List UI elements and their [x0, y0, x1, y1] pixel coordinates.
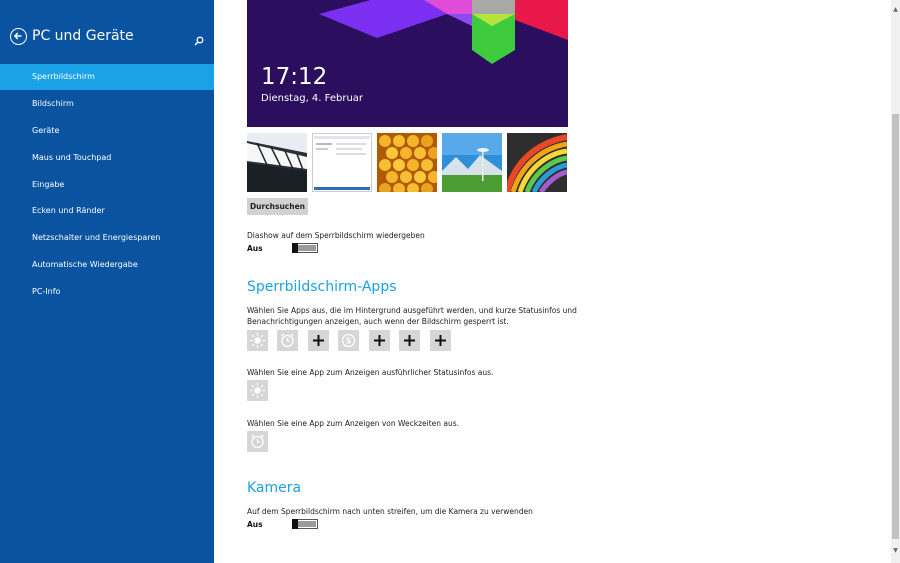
plus-icon[interactable] [369, 330, 390, 351]
sidebar: PC und Geräte Sperrbildschirm Bildschirm… [0, 0, 214, 563]
thumbnail-piano[interactable] [247, 133, 307, 192]
sidebar-item-netzschalter[interactable]: Netzschalter und Energiesparen [0, 225, 214, 251]
search-icon[interactable] [194, 31, 204, 50]
sidebar-item-sperrbildschirm[interactable]: Sperrbildschirm [0, 64, 214, 90]
slideshow-label: Diashow auf dem Sperrbildschirm wiederge… [247, 231, 425, 240]
sidebar-item-bildschirm[interactable]: Bildschirm [0, 91, 214, 117]
alarm-icon[interactable] [277, 330, 298, 351]
skype-icon[interactable]: S [338, 330, 359, 351]
main-content: 17:12 Dienstag, 4. Februar Durchsuchen D… [214, 0, 891, 563]
weather-icon[interactable] [247, 330, 268, 351]
camera-state: Aus [247, 520, 263, 529]
sidebar-item-geraete[interactable]: Geräte [0, 118, 214, 144]
slideshow-state: Aus [247, 244, 263, 253]
sidebar-item-eingabe[interactable]: Eingabe [0, 172, 214, 198]
thumbnail-screenshot[interactable] [312, 133, 372, 192]
thumbnail-honeycomb[interactable] [377, 133, 437, 192]
detailed-status-label: Wählen Sie eine App zum Anzeigen ausführ… [247, 368, 494, 377]
page-title: PC und Geräte [32, 28, 134, 44]
alarm-icon[interactable] [247, 431, 268, 452]
svg-text:S: S [346, 337, 352, 346]
lockscreen-date: Dienstag, 4. Februar [261, 93, 364, 104]
scroll-down-icon[interactable]: ▼ [891, 547, 900, 554]
camera-description: Auf dem Sperrbildschirm nach unten strei… [247, 507, 533, 516]
thumbnail-space-needle[interactable] [442, 133, 502, 192]
plus-icon[interactable] [399, 330, 420, 351]
apps-description-line1: Wählen Sie Apps aus, die im Hintergrund … [247, 306, 577, 315]
scroll-up-icon[interactable]: ▲ [891, 6, 900, 13]
browse-button[interactable]: Durchsuchen [247, 198, 308, 215]
back-arrow-icon[interactable] [10, 28, 27, 45]
sidebar-item-maus-touchpad[interactable]: Maus und Touchpad [0, 145, 214, 171]
apps-description-line2: Benachrichtigungen anzeigen, auch wenn d… [247, 317, 509, 326]
plus-icon[interactable] [430, 330, 451, 351]
camera-heading: Kamera [247, 480, 302, 496]
lockscreen-preview: 17:12 Dienstag, 4. Februar [247, 0, 568, 127]
plus-icon[interactable] [308, 330, 329, 351]
sidebar-item-ecken-raender[interactable]: Ecken und Ränder [0, 198, 214, 224]
scrollbar-thumb[interactable] [892, 114, 899, 539]
sidebar-item-pc-info[interactable]: PC-Info [0, 279, 214, 305]
lockscreen-time: 17:12 [261, 64, 328, 90]
slideshow-toggle[interactable] [292, 243, 318, 253]
thumbnail-color-stripes[interactable] [507, 133, 567, 192]
vertical-scrollbar[interactable]: ▲ ▼ [891, 0, 900, 563]
alarm-label: Wählen Sie eine App zum Anzeigen von Wec… [247, 419, 460, 428]
apps-heading: Sperrbildschirm-Apps [247, 279, 397, 295]
weather-icon[interactable] [247, 380, 268, 401]
camera-toggle[interactable] [292, 519, 318, 529]
sidebar-item-autoplay[interactable]: Automatische Wiedergabe [0, 252, 214, 278]
